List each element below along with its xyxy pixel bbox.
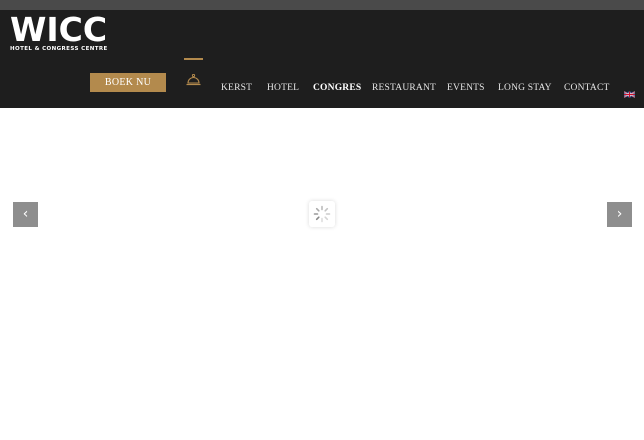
nav-item-congres[interactable]: CONGRES [313, 83, 361, 93]
nav-home[interactable] [184, 56, 204, 92]
uk-flag-icon[interactable] [623, 85, 636, 98]
chevron-left-icon: ‹ [22, 206, 29, 222]
logo-wordmark: WICC [10, 10, 108, 49]
active-indicator [184, 58, 203, 60]
chevron-right-icon: › [616, 206, 623, 222]
loading-spinner [309, 201, 335, 227]
browser-top-strip [0, 0, 644, 10]
nav-item-hotel[interactable]: HOTEL [267, 83, 299, 93]
hero-slider: ‹ › [0, 108, 644, 440]
nav-item-contact[interactable]: CONTACT [564, 83, 610, 93]
logo-tagline: HOTEL & CONGRESS CENTRE [10, 46, 108, 52]
wicc-logo[interactable]: WICC HOTEL & CONGRESS CENTRE [10, 10, 108, 52]
nav-item-kerst[interactable]: KERST [221, 83, 252, 93]
hotel-bell-icon [186, 73, 201, 91]
nav-item-long-stay[interactable]: LONG STAY [498, 83, 552, 93]
slider-next-button[interactable]: › [607, 202, 632, 227]
slider-prev-button[interactable]: ‹ [13, 202, 38, 227]
nav-item-restaurant[interactable]: RESTAURANT [372, 83, 436, 93]
book-now-button[interactable]: BOEK NU [90, 73, 166, 92]
site-header: WICC HOTEL & CONGRESS CENTRE BOEK NU KER… [0, 10, 644, 108]
nav-item-events[interactable]: EVENTS [447, 83, 485, 93]
